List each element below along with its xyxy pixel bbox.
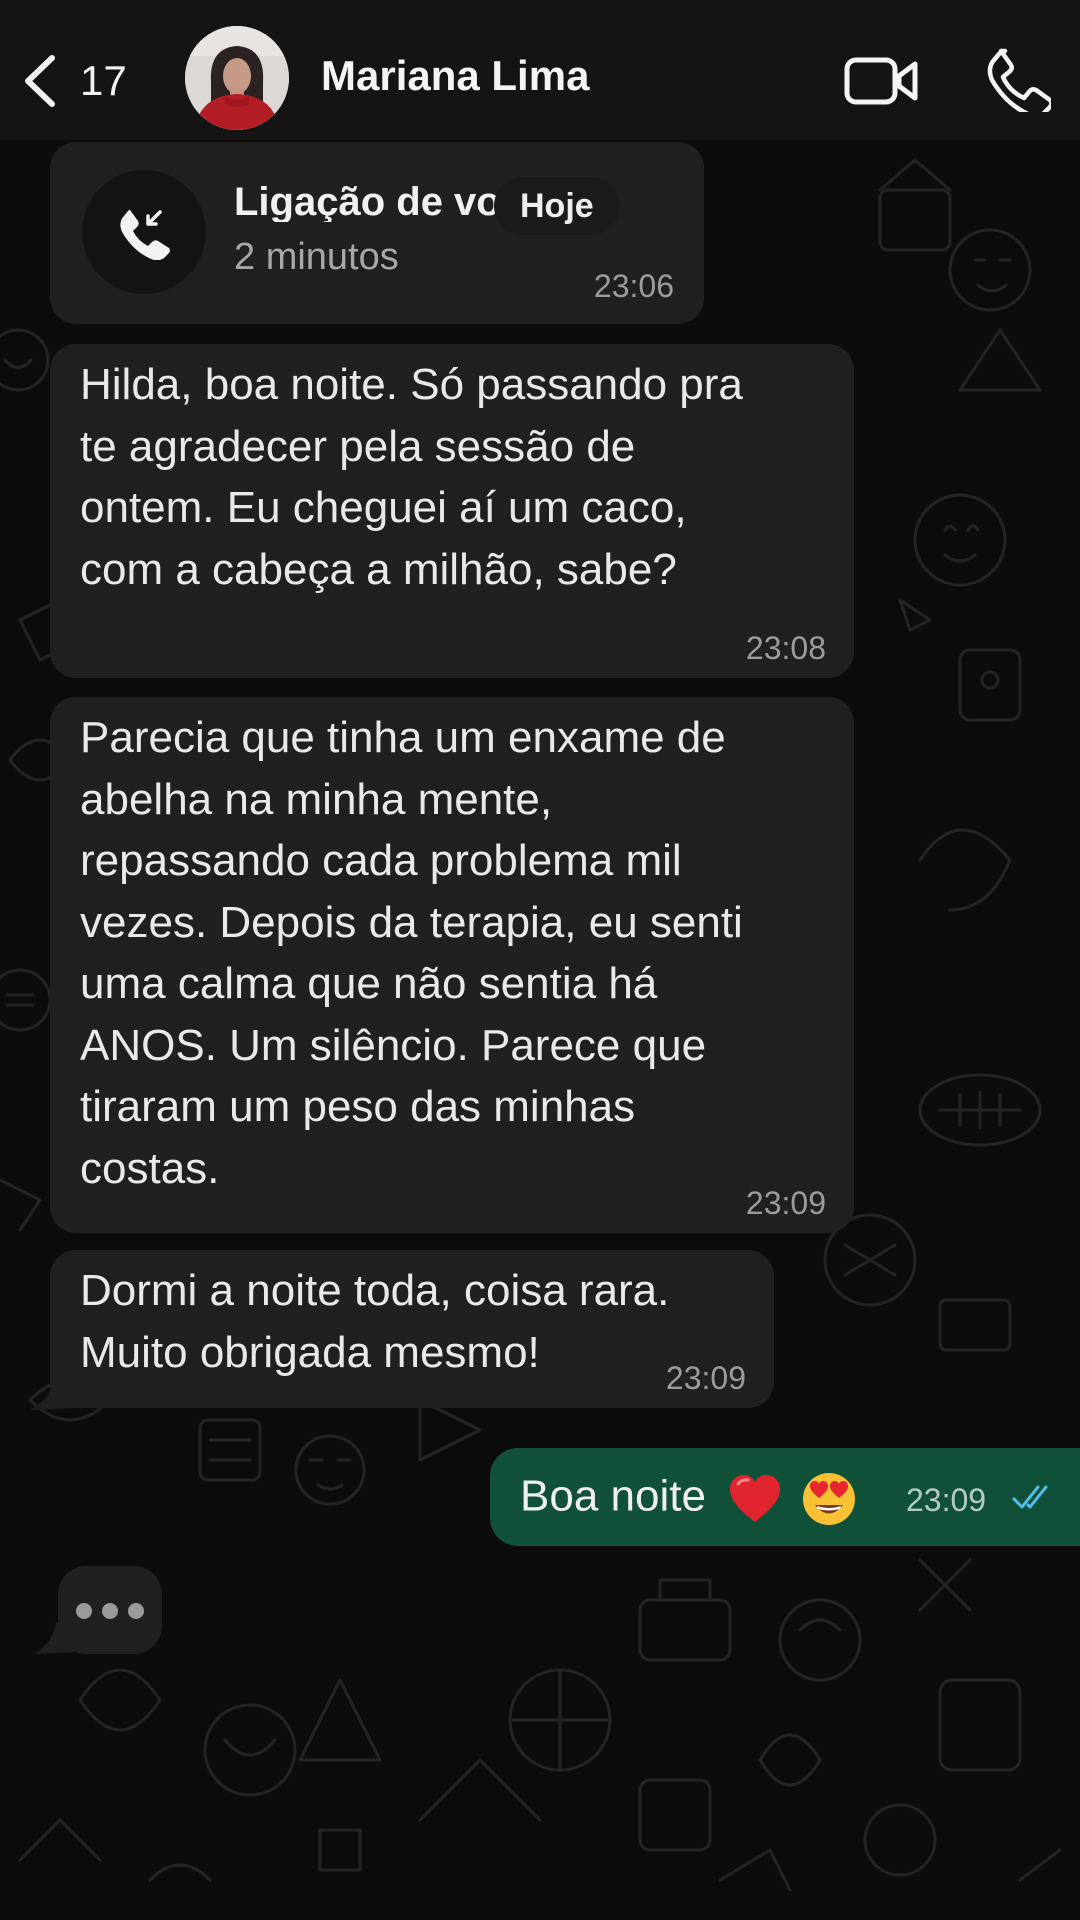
call-icon-container [82, 170, 206, 294]
message-line: Hilda, boa noite. Só passando pra [80, 360, 743, 409]
incoming-message[interactable]: Parecia que tinha um enxame de abelha na… [50, 697, 854, 1233]
message-text: Boa noite [520, 1471, 706, 1521]
unread-count: 17 [80, 57, 127, 104]
message-line: repassando cada problema mil [80, 836, 682, 885]
message-line: te agradecer pela sessão de [80, 421, 636, 471]
typing-tail [34, 1622, 74, 1654]
message-time: 23:06 [593, 268, 674, 304]
voice-call-card[interactable]: Ligação de voz 2 minutos 23:06 [50, 142, 704, 324]
call-duration: 2 minutos [234, 236, 399, 278]
message-line: Muito obrigada mesmo! [80, 1327, 540, 1377]
incoming-call-icon [120, 209, 170, 260]
phone-call-icon[interactable] [985, 46, 1051, 112]
back-button[interactable]: 17 [18, 46, 148, 116]
avatar[interactable] [185, 26, 289, 130]
chevron-left-icon [25, 55, 55, 107]
chat-header: 17 Mariana Lima [0, 0, 1080, 140]
message-time: 23:09 [745, 1185, 826, 1221]
video-call-icon[interactable] [843, 50, 919, 112]
typing-dot [128, 1603, 144, 1619]
typing-dot [102, 1603, 118, 1619]
typing-dot [76, 1603, 92, 1619]
message-line: Parecia que tinha um enxame de [80, 713, 726, 762]
outgoing-message[interactable]: Boa noite 23:09 [490, 1448, 1080, 1546]
heart-eyes-emoji-icon [803, 1473, 856, 1525]
message-line: vezes. Depois da terapia, eu senti [80, 897, 743, 947]
contact-name[interactable]: Mariana Lima [321, 52, 589, 100]
incoming-message[interactable]: Dormi a noite toda, coisa rara. Muito ob… [50, 1250, 774, 1408]
message-line: uma calma que não sentia há [80, 959, 658, 1008]
message-line: costas. [80, 1143, 220, 1193]
message-line: ANOS. Um silêncio. Parece que [80, 1020, 707, 1070]
red-heart-emoji-icon [730, 1475, 781, 1522]
message-line: tiraram um peso das minhas [80, 1082, 636, 1131]
message-line: com a cabeça a milhão, sabe? [80, 544, 677, 594]
message-time: 23:09 [665, 1360, 746, 1396]
incoming-message[interactable]: Hilda, boa noite. Só passando pra te agr… [50, 344, 854, 678]
message-line: ontem. Eu cheguei aí um caco, [80, 483, 687, 532]
message-line: abelha na minha mente, [80, 774, 553, 824]
double-check-read-icon [1012, 1485, 1048, 1509]
avatar-photo [185, 26, 289, 130]
message-time: 23:08 [745, 630, 826, 666]
date-separator: Hoje [494, 177, 620, 235]
message-time: 23:09 [906, 1482, 987, 1518]
chat-screen: 17 Mariana Lima Ligação de voz 2 minutos… [0, 0, 1080, 1920]
bubble-tail [30, 1376, 74, 1410]
message-line: Dormi a noite toda, coisa rara. [80, 1266, 670, 1315]
